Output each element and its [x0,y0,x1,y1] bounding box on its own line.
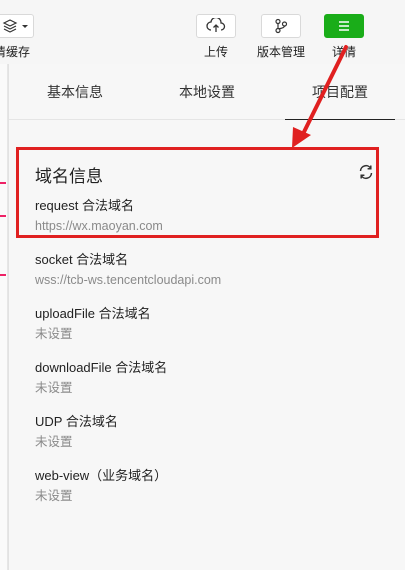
layers-icon [0,14,34,38]
domain-label: downloadFile 合法域名 [35,360,168,375]
strip-mark [0,274,6,276]
domain-value: 未设置 [35,381,73,395]
version-manage-button[interactable]: 版本管理 [257,14,305,60]
section-title: 域名信息 [35,167,103,186]
tab-basic-info[interactable]: 基本信息 [9,64,141,120]
tab-label: 基本信息 [47,84,103,100]
domain-item-udp: UDP 合法域名 未设置 [35,414,118,450]
domain-value: wss://tcb-ws.tencentcloudapi.com [35,273,222,287]
domain-label: socket 合法域名 [35,252,129,267]
details-panel: 基本信息 本地设置 项目配置 域名信息 request 合法域名 https:/… [8,64,405,570]
domain-label: UDP 合法域名 [35,414,118,429]
domain-label: uploadFile 合法域名 [35,306,151,321]
domain-info-section: 域名信息 request 合法域名 https://wx.maoyan.com … [9,120,405,570]
tab-label: 项目配置 [312,84,368,100]
domain-item-uploadfile: uploadFile 合法域名 未设置 [35,306,151,342]
version-manage-label: 版本管理 [257,45,306,59]
cloud-upload-icon [196,14,236,38]
domain-item-downloadfile: downloadFile 合法域名 未设置 [35,360,167,396]
domain-value: 未设置 [35,327,73,341]
domain-value: 未设置 [35,489,73,503]
details-button[interactable]: 详情 [324,14,364,60]
top-toolbar: 清缓存 上传 版本管理 详情 [0,0,405,64]
refresh-icon[interactable] [357,163,375,181]
upload-button[interactable]: 上传 [196,14,236,60]
tab-label: 本地设置 [179,84,235,100]
tab-bar: 基本信息 本地设置 项目配置 [9,64,405,121]
menu-icon [324,14,364,38]
domain-item-socket: socket 合法域名 wss://tcb-ws.tencentcloudapi… [35,252,221,288]
strip-mark [0,182,6,184]
clear-cache-label: 清缓存 [0,45,31,59]
domain-value: 未设置 [35,435,73,449]
clear-cache-button[interactable]: 清缓存 [0,14,34,60]
details-label: 详情 [331,45,356,59]
background-editor-strip [0,64,8,570]
strip-mark [0,215,6,217]
branch-icon [261,14,301,38]
domain-label: request 合法域名 [35,198,134,213]
tab-project-config[interactable]: 项目配置 [285,64,395,121]
domain-item-webview: web-view（业务域名） 未设置 [35,468,167,504]
domain-label: web-view（业务域名） [35,468,168,483]
tab-local-settings[interactable]: 本地设置 [141,64,273,120]
domain-value: https://wx.maoyan.com [35,219,163,233]
domain-item-request: request 合法域名 https://wx.maoyan.com [35,198,163,234]
upload-label: 上传 [203,45,228,59]
